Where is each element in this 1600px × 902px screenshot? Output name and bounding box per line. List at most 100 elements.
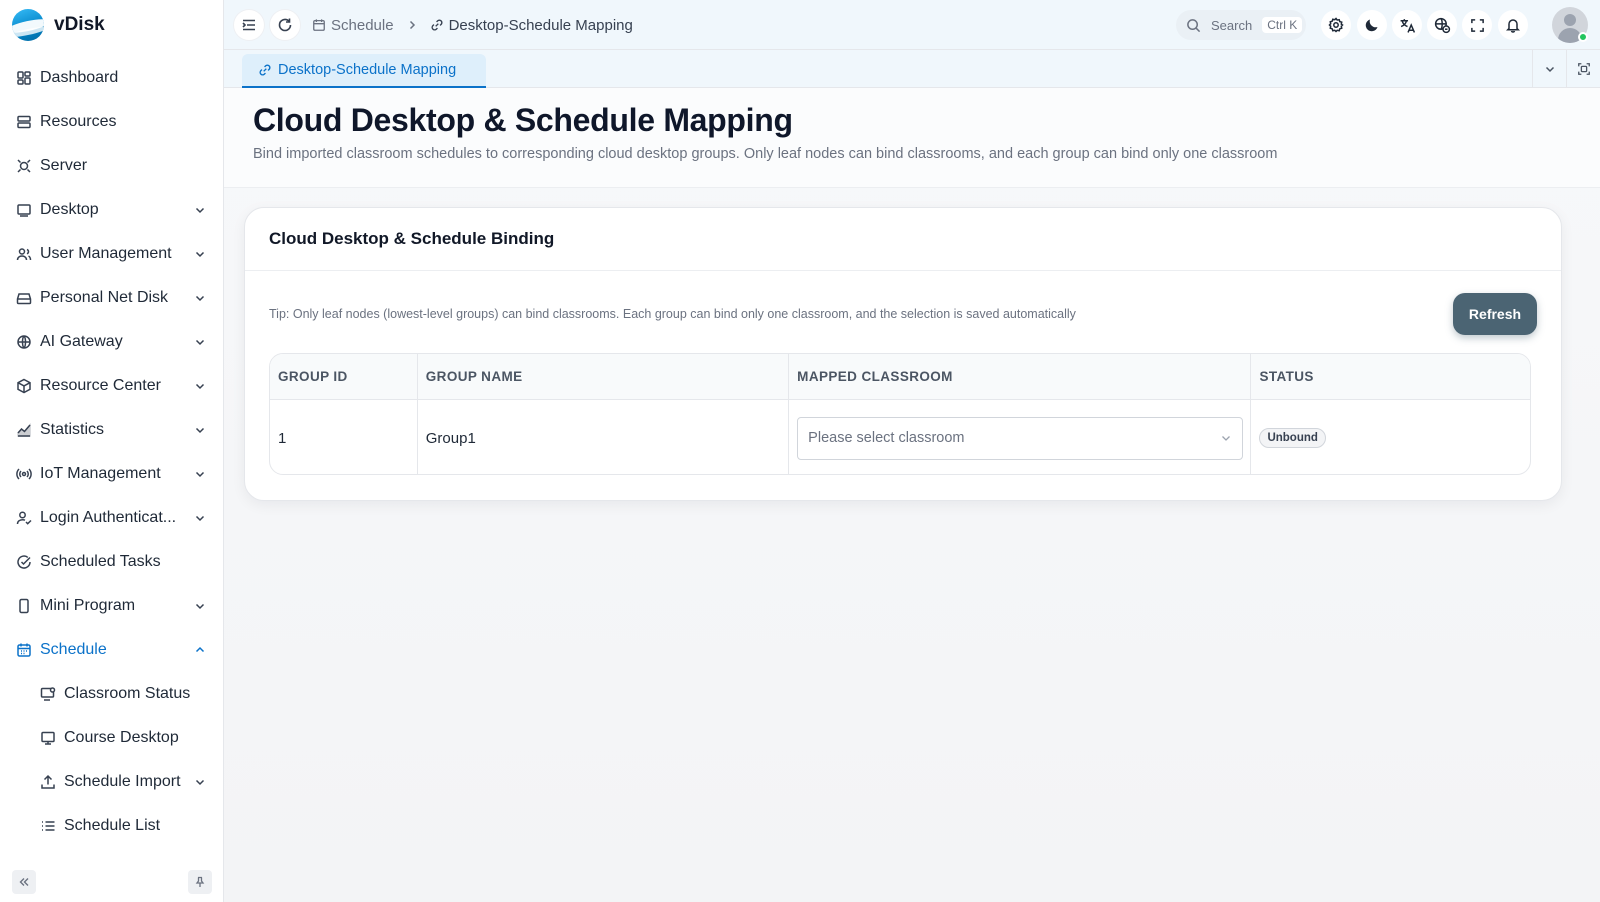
mapping-table: GROUP ID GROUP NAME MAPPED CLASSROOM STA… bbox=[269, 353, 1531, 475]
refresh-button[interactable]: Refresh bbox=[1453, 293, 1537, 335]
top-header: Schedule Desktop-Schedule Mapping Search… bbox=[224, 0, 1600, 50]
sidebar-footer bbox=[0, 862, 224, 902]
chevron-up-icon bbox=[195, 646, 205, 653]
sidebar-item-schedule-list[interactable]: Schedule List bbox=[0, 804, 224, 848]
breadcrumb-label: Desktop-Schedule Mapping bbox=[448, 16, 633, 34]
app-logo[interactable]: vDisk bbox=[12, 8, 105, 42]
sidebar-item-label: Server bbox=[40, 157, 88, 174]
table-row: 1 Group1 Please select classroom Unbound bbox=[270, 400, 1530, 474]
list-icon bbox=[42, 821, 55, 831]
link-icon bbox=[259, 64, 271, 76]
fullscreen-button[interactable] bbox=[1462, 10, 1492, 40]
cell-mapped-classroom: Please select classroom bbox=[789, 400, 1252, 474]
sidebar-item-label: IoT Management bbox=[40, 465, 161, 482]
desktop-icon bbox=[17, 204, 31, 217]
disk-icon bbox=[16, 293, 32, 305]
column-header-group-name: GROUP NAME bbox=[418, 354, 790, 399]
cell-group-id: 1 bbox=[270, 400, 418, 474]
sidebar-item-desktop[interactable]: Desktop bbox=[0, 188, 224, 232]
sidebar-item-label: Personal Net Disk bbox=[40, 289, 169, 306]
region-button[interactable] bbox=[1427, 10, 1457, 40]
user-check-icon bbox=[16, 511, 32, 525]
sidebar-item-schedule-import[interactable]: Schedule Import bbox=[0, 760, 224, 804]
language-button[interactable] bbox=[1392, 10, 1422, 40]
tab-tools bbox=[1532, 50, 1600, 88]
binding-tip: Tip: Only leaf nodes (lowest-level group… bbox=[269, 307, 1076, 321]
notifications-button[interactable] bbox=[1498, 10, 1528, 40]
chevron-down-icon bbox=[195, 515, 205, 522]
sidebar-item-dashboard[interactable]: Dashboard bbox=[0, 56, 224, 100]
sidebar-item-label: Scheduled Tasks bbox=[40, 553, 161, 570]
collapse-sidebar-button[interactable] bbox=[12, 870, 36, 894]
globe-language-icon bbox=[1434, 17, 1450, 33]
sidebar-item-resources[interactable]: Resources bbox=[0, 100, 224, 144]
monitor-icon bbox=[41, 731, 55, 745]
sidebar-item-label: Classroom Status bbox=[64, 685, 191, 702]
dashboard-icon bbox=[17, 71, 31, 85]
column-header-status: STATUS bbox=[1259, 369, 1314, 384]
chevron-down-icon bbox=[195, 471, 205, 478]
sidebar-item-label: Schedule Import bbox=[64, 773, 181, 790]
theme-toggle-button[interactable] bbox=[1357, 10, 1387, 40]
sidebar-item-label: AI Gateway bbox=[40, 333, 123, 350]
tab-dropdown-button[interactable] bbox=[1532, 50, 1566, 88]
calendar-icon bbox=[313, 19, 325, 31]
chevron-down-icon bbox=[195, 779, 205, 786]
settings-button[interactable] bbox=[1321, 10, 1351, 40]
sidebar-item-user-management[interactable]: User Management bbox=[0, 232, 224, 276]
table-header-row: GROUP ID GROUP NAME MAPPED CLASSROOM STA… bbox=[270, 354, 1530, 400]
page-title: Cloud Desktop & Schedule Mapping bbox=[253, 102, 793, 138]
chevron-down-icon bbox=[195, 427, 205, 434]
sidebar-item-course-desktop[interactable]: Course Desktop bbox=[0, 716, 224, 760]
box-icon bbox=[17, 378, 31, 394]
iot-icon bbox=[16, 468, 32, 480]
sidebar-item-label: Desktop bbox=[40, 201, 99, 218]
double-chevron-left-icon bbox=[19, 878, 29, 886]
sidebar-item-schedule[interactable]: Schedule bbox=[0, 628, 224, 672]
globe-icon bbox=[17, 335, 31, 349]
breadcrumb-item-desktop-schedule-mapping[interactable]: Desktop-Schedule Mapping bbox=[430, 17, 633, 34]
sidebar-item-label: Course Desktop bbox=[64, 729, 179, 746]
chevron-down-icon bbox=[195, 251, 205, 258]
sidebar-item-statistics[interactable]: Statistics bbox=[0, 408, 224, 452]
link-icon bbox=[431, 19, 443, 31]
breadcrumb-item-schedule[interactable]: Schedule bbox=[312, 17, 394, 34]
global-search[interactable]: Search Ctrl K bbox=[1176, 10, 1306, 40]
sidebar-item-iot-management[interactable]: IoT Management bbox=[0, 452, 224, 496]
chevron-right-icon bbox=[409, 20, 415, 30]
tab-maximize-button[interactable] bbox=[1566, 50, 1600, 88]
bell-icon bbox=[1505, 19, 1521, 33]
sidebar-item-login-authentication[interactable]: Login Authenticat... bbox=[0, 496, 224, 540]
upload-icon bbox=[41, 774, 55, 789]
sidebar-item-mini-program[interactable]: Mini Program bbox=[0, 584, 224, 628]
pin-sidebar-button[interactable] bbox=[188, 870, 212, 894]
chevron-down-icon bbox=[195, 383, 205, 390]
sidebar-item-resource-center[interactable]: Resource Center bbox=[0, 364, 224, 408]
search-shortcut: Ctrl K bbox=[1262, 17, 1303, 33]
breadcrumb-label: Schedule bbox=[331, 16, 394, 34]
users-icon bbox=[16, 248, 32, 261]
vdisk-logo-icon bbox=[12, 9, 44, 41]
sidebar-item-personal-net-disk[interactable]: Personal Net Disk bbox=[0, 276, 224, 320]
pin-icon bbox=[195, 876, 205, 887]
sidebar-item-server[interactable]: Server bbox=[0, 144, 224, 188]
sidebar-item-ai-gateway[interactable]: AI Gateway bbox=[0, 320, 224, 364]
sidebar-item-label: Schedule bbox=[40, 641, 107, 658]
tab-desktop-schedule-mapping[interactable]: Desktop-Schedule Mapping bbox=[242, 54, 487, 88]
online-status-indicator bbox=[1578, 32, 1588, 42]
translate-icon bbox=[1400, 18, 1415, 33]
search-label: Search bbox=[1211, 17, 1253, 33]
toggle-menu-button[interactable] bbox=[234, 10, 264, 40]
card-title: Cloud Desktop & Schedule Binding bbox=[245, 208, 1561, 271]
classroom-select[interactable]: Please select classroom bbox=[797, 416, 1244, 460]
status-badge: Unbound bbox=[1259, 428, 1326, 448]
sidebar-item-classroom-status[interactable]: Classroom Status bbox=[0, 672, 224, 716]
sidebar-item-label: Login Authenticat... bbox=[40, 509, 177, 526]
sidebar-item-label: Mini Program bbox=[40, 597, 136, 614]
sidebar-item-label: Statistics bbox=[40, 421, 105, 438]
chart-icon bbox=[17, 422, 31, 437]
chevron-down-icon bbox=[1222, 436, 1231, 441]
sidebar-item-scheduled-tasks[interactable]: Scheduled Tasks bbox=[0, 540, 224, 584]
menu-fold-icon bbox=[242, 19, 255, 31]
refresh-page-button[interactable] bbox=[270, 10, 300, 40]
